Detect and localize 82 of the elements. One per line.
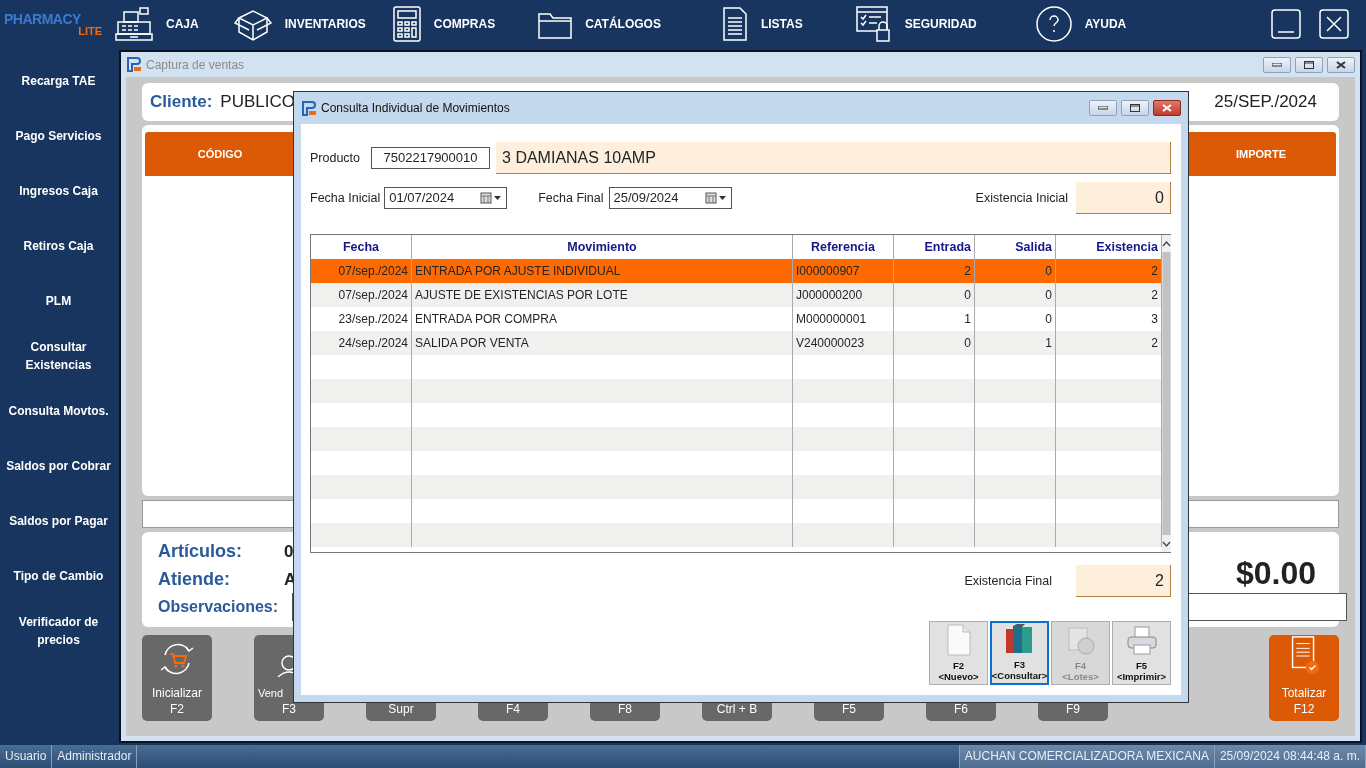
calculator-icon — [391, 6, 422, 42]
sidebar-item[interactable]: PLM — [0, 273, 117, 328]
sidebar-item[interactable]: Recarga TAE — [0, 53, 117, 108]
logo-text: LITE — [77, 25, 103, 37]
list-document-icon — [720, 6, 749, 42]
menu-item[interactable]: INVENTARIOS — [232, 6, 366, 42]
sidebar-item[interactable]: Consulta Movtos. — [0, 383, 117, 438]
sidebar-item[interactable]: Saldos por Pagar — [0, 493, 117, 548]
window-title: Captura de ventas — [146, 56, 245, 74]
logo-text: PHARMACY — [4, 11, 82, 26]
status-label: Usuario — [0, 745, 53, 768]
function-button[interactable]: Totalizar F12 — [1269, 635, 1339, 721]
lots-icon — [1065, 626, 1096, 656]
close-icon — [1319, 9, 1349, 39]
app-icon — [301, 100, 317, 116]
close-icon — [1162, 104, 1172, 112]
menu-item[interactable]: CATÁLOGOS — [537, 8, 661, 40]
status-datetime: 25/09/2024 08:44:48 a. m. — [1214, 745, 1366, 768]
toolbar-button[interactable]: F3 <Consultar> — [990, 621, 1049, 685]
items-value: 0 — [284, 541, 294, 563]
product-code-field[interactable]: 7502217900010 — [371, 147, 491, 169]
minimize-icon — [1271, 9, 1301, 39]
date-field[interactable]: 25/09/2024 — [608, 187, 732, 209]
start-date-label: Fecha Inicial — [310, 189, 381, 207]
sidebar-item[interactable]: Tipo de Cambio — [0, 548, 117, 603]
total-amount: $0.00 — [1235, 554, 1316, 593]
new-document-icon — [945, 624, 972, 656]
table-row[interactable]: 07/sep./2024 AJUSTE DE EXISTENCIAS POR LOTE J000000200 0 0 2 — [311, 283, 1162, 307]
calendar-dropdown-icon[interactable] — [704, 192, 727, 204]
status-user: Administrador — [52, 745, 138, 768]
notes-label: Observaciones: — [158, 597, 280, 617]
toolbar-button[interactable]: F5 <Imprimir> — [1112, 621, 1171, 685]
help-icon — [1034, 5, 1073, 43]
toolbar-button[interactable]: F2 <Nuevo> — [929, 621, 988, 685]
minimize-icon — [1272, 62, 1282, 67]
final-stock-field: 2 — [1076, 565, 1171, 597]
sidebar-item[interactable]: Verificador de precios — [0, 603, 117, 658]
sidebar-item[interactable]: Ingresos Caja — [0, 163, 117, 218]
table-row[interactable]: 24/sep./2024 SALIDA POR VENTA V240000023 0 1 2 — [311, 331, 1162, 355]
security-checklist-icon — [854, 4, 893, 44]
calendar-dropdown-icon[interactable] — [480, 192, 503, 204]
dialog-title: Consulta Individual de Movimientos — [321, 100, 510, 117]
close-button[interactable] — [1327, 56, 1355, 73]
function-button[interactable]: Inicializar F2 — [142, 635, 212, 721]
product-name-field: 3 DAMIANAS 10AMP — [496, 142, 1171, 174]
initial-stock-field: 0 — [1076, 182, 1171, 214]
minimize-icon — [1098, 106, 1108, 110]
maximize-button[interactable] — [1121, 100, 1149, 116]
product-label: Producto — [310, 149, 361, 167]
maximize-icon — [1304, 60, 1314, 69]
sidebar-item[interactable]: Pago Servicios — [0, 108, 117, 163]
initial-stock-label: Existencia Inicial — [975, 189, 1068, 207]
final-stock-label: Existencia Final — [964, 572, 1052, 590]
scroll-up-icon[interactable] — [1162, 240, 1171, 247]
date-field[interactable]: 01/07/2024 — [384, 187, 508, 209]
client-name: PUBLICO — [220, 91, 295, 114]
end-date-label: Fecha Final — [538, 189, 604, 207]
menu-item[interactable]: LISTAS — [720, 6, 803, 42]
app-icon — [126, 57, 142, 72]
items-label: Artículos: — [158, 540, 243, 564]
menu-item[interactable]: AYUDA — [1034, 5, 1127, 43]
menu-item[interactable]: COMPRAS — [391, 6, 496, 42]
table-row[interactable]: 07/sep./2024 ENTRADA POR AJUSTE INDIVIDUAL I000000907 2 0 2 — [311, 259, 1162, 283]
status-company: AUCHAN COMERCIALIZADORA MEXICANA — [958, 745, 1215, 768]
client-label: Cliente: — [150, 91, 213, 114]
sale-date: 25/SEP./2024 — [1214, 91, 1317, 114]
scroll-down-icon[interactable] — [1162, 540, 1171, 547]
cash-register-icon — [114, 6, 154, 42]
scrollbar[interactable] — [1162, 235, 1171, 552]
close-button[interactable] — [1153, 100, 1181, 116]
maximize-icon — [1130, 104, 1140, 112]
printer-icon — [1125, 626, 1158, 656]
sidebar-item[interactable]: Saldos por Cobrar — [0, 438, 117, 493]
maximize-button[interactable] — [1295, 56, 1323, 73]
menu-item[interactable]: SEGURIDAD — [854, 4, 977, 44]
menu-item[interactable]: CAJA — [114, 6, 199, 42]
close-icon — [1336, 60, 1346, 69]
column-header: IMPORTE — [1234, 146, 1288, 162]
sidebar-item[interactable]: Retiros Caja — [0, 218, 117, 273]
attendant-label: Atiende: — [158, 567, 231, 591]
column-header: CÓDIGO — [196, 146, 244, 162]
sidebar-item[interactable]: Consultar Existencias — [0, 328, 117, 383]
